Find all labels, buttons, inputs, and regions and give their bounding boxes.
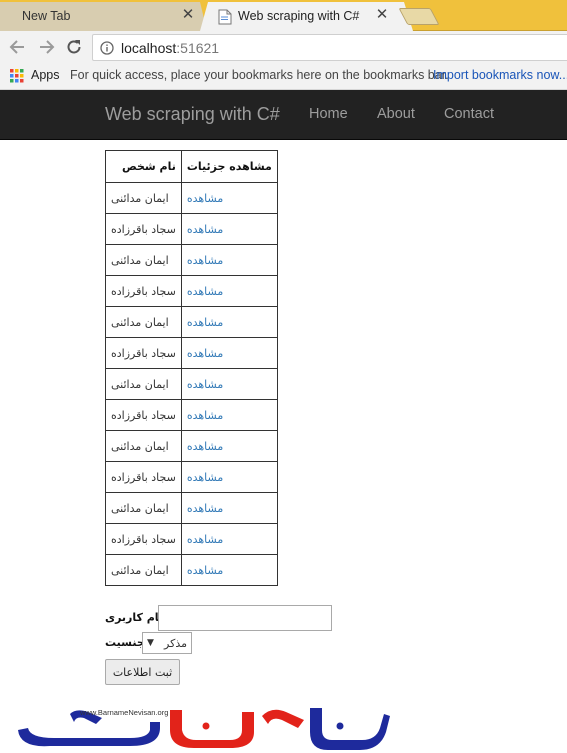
address-bar[interactable]: localhost:51621 [92, 34, 567, 61]
view-details-link[interactable]: مشاهده [180, 399, 278, 431]
import-bookmarks-link[interactable]: Import bookmarks now... [433, 68, 567, 82]
table-row: سجاد باقرزاده مشاهده [105, 337, 278, 369]
gender-select[interactable]: ▼ مذکر [142, 632, 192, 654]
forward-arrow-icon[interactable] [36, 37, 56, 57]
view-details-link[interactable]: مشاهده [180, 430, 278, 462]
username-label: نام کاربری [105, 611, 164, 624]
close-icon[interactable]: ✕ [180, 7, 196, 23]
bookmarks-bar: Apps For quick access, place your bookma… [0, 63, 567, 90]
person-name-cell: ایمان مدائنی [105, 554, 182, 586]
tab-web-scraping[interactable]: Web scraping with C# ✕ [200, 2, 413, 31]
view-details-link[interactable]: مشاهده [180, 461, 278, 493]
table-row: سجاد باقرزاده مشاهده [105, 461, 278, 493]
apps-link[interactable]: Apps [31, 68, 60, 82]
chevron-down-icon: ▼ [147, 638, 154, 648]
url-text: localhost:51621 [121, 40, 220, 56]
site-brand[interactable]: Web scraping with C# [105, 104, 280, 125]
tab-new-tab[interactable]: New Tab ✕ [0, 2, 207, 31]
person-name-cell: سجاد باقرزاده [105, 523, 182, 555]
logo-swoosh-blue-3 [310, 708, 390, 750]
logo-dot [202, 722, 210, 730]
username-input[interactable] [158, 605, 332, 631]
page-icon [218, 9, 232, 25]
person-name-cell: سجاد باقرزاده [105, 275, 182, 307]
site-navbar: Web scraping with C# Home About Contact [0, 90, 567, 140]
logo-swoosh-red-2 [262, 709, 304, 728]
person-name-cell: ایمان مدائنی [105, 368, 182, 400]
person-name-cell: سجاد باقرزاده [105, 213, 182, 245]
person-name-cell: ایمان مدائنی [105, 244, 182, 276]
back-arrow-icon[interactable] [8, 37, 28, 57]
logo-url-text: www.BarnameNevisan.org [79, 708, 168, 717]
view-details-link[interactable]: مشاهده [180, 306, 278, 338]
view-details-link[interactable]: مشاهده [180, 213, 278, 245]
table-row: ایمان مدائنی مشاهده [105, 368, 278, 400]
column-header-details: مشاهده جزئیات [180, 150, 278, 183]
table-row: ایمان مدائنی مشاهده [105, 244, 278, 276]
gender-selected-value: مذکر [164, 636, 187, 650]
view-details-link[interactable]: مشاهده [180, 523, 278, 555]
person-name-cell: سجاد باقرزاده [105, 461, 182, 493]
table-row: سجاد باقرزاده مشاهده [105, 213, 278, 245]
view-details-link[interactable]: مشاهده [180, 337, 278, 369]
table-row: سجاد باقرزاده مشاهده [105, 523, 278, 555]
logo-dot [336, 722, 344, 730]
view-details-link[interactable]: مشاهده [180, 275, 278, 307]
people-table: نام شخص مشاهده جزئیات ایمان مدائنی مشاهده… [105, 150, 278, 586]
tab-title: New Tab [22, 9, 71, 23]
logo-swoosh-blue [18, 722, 160, 747]
logo-swoosh-red [170, 710, 254, 748]
column-header-name: نام شخص [105, 150, 182, 183]
table-row: ایمان مدائنی مشاهده [105, 554, 278, 586]
nav-home-link[interactable]: Home [309, 106, 348, 122]
barnamenevisan-logo: www.BarnameNevisan.org [18, 708, 390, 750]
view-details-link[interactable]: مشاهده [180, 368, 278, 400]
close-icon[interactable]: ✕ [374, 7, 390, 23]
view-details-link[interactable]: مشاهده [180, 554, 278, 586]
table-row: ایمان مدائنی مشاهده [105, 430, 278, 462]
person-name-cell: سجاد باقرزاده [105, 337, 182, 369]
gender-label: جنسیت [105, 636, 145, 649]
browser-toolbar: localhost:51621 [0, 31, 567, 63]
table-row: ایمان مدائنی مشاهده [105, 306, 278, 338]
apps-grid-icon[interactable] [10, 69, 24, 83]
reload-icon[interactable] [64, 37, 84, 57]
view-details-link[interactable]: مشاهده [180, 244, 278, 276]
person-name-cell: ایمان مدائنی [105, 492, 182, 524]
info-icon[interactable] [100, 41, 114, 55]
person-name-cell: ایمان مدائنی [105, 430, 182, 462]
person-name-cell: ایمان مدائنی [105, 182, 182, 214]
tab-title: Web scraping with C# [238, 9, 360, 23]
table-row: ایمان مدائنی مشاهده [105, 492, 278, 524]
table-row: سجاد باقرزاده مشاهده [105, 275, 278, 307]
person-name-cell: سجاد باقرزاده [105, 399, 182, 431]
table-row: ایمان مدائنی مشاهده [105, 182, 278, 214]
table-header-row: نام شخص مشاهده جزئیات [105, 150, 278, 183]
table-row: سجاد باقرزاده مشاهده [105, 399, 278, 431]
view-details-link[interactable]: مشاهده [180, 492, 278, 524]
table-body: ایمان مدائنی مشاهده سجاد باقرزاده مشاهده ایم… [105, 182, 278, 586]
browser-tab-strip: New Tab ✕ Web scraping with C# ✕ [0, 0, 567, 31]
view-details-link[interactable]: مشاهده [180, 182, 278, 214]
nav-about-link[interactable]: About [377, 106, 415, 122]
nav-contact-link[interactable]: Contact [444, 106, 494, 122]
person-name-cell: ایمان مدائنی [105, 306, 182, 338]
submit-button[interactable]: ثبت اطلاعات [105, 659, 180, 685]
bookmarks-hint: For quick access, place your bookmarks h… [70, 68, 449, 82]
